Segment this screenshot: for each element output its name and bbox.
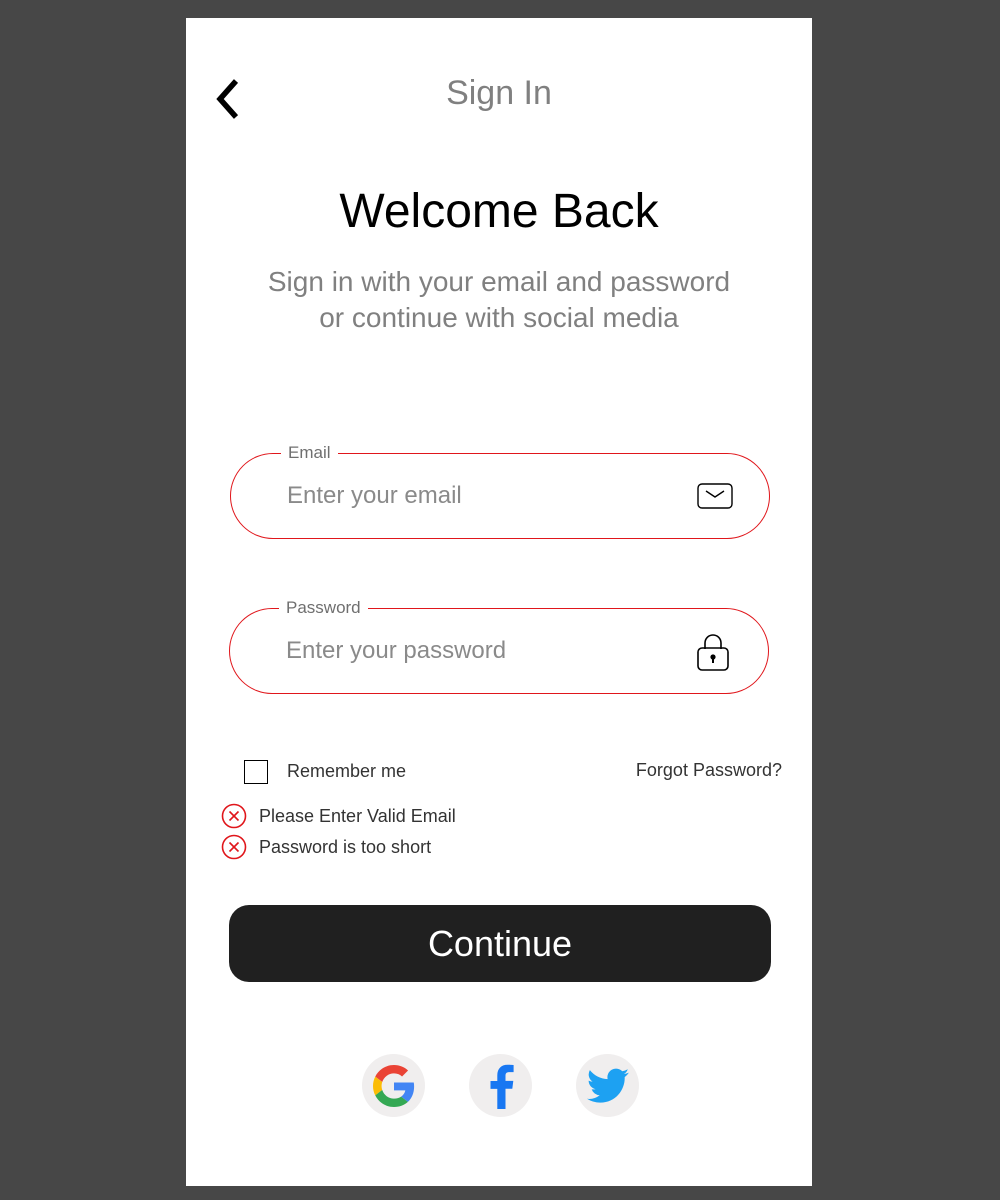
email-label: Email <box>281 443 338 463</box>
remember-me-checkbox[interactable] <box>244 760 268 784</box>
mail-icon <box>697 483 733 514</box>
continue-button[interactable]: Continue <box>229 905 771 982</box>
welcome-subtitle: Sign in with your email and password or … <box>226 264 772 336</box>
password-field[interactable]: Password <box>229 598 769 694</box>
lock-icon <box>696 632 730 677</box>
twitter-icon <box>586 1068 629 1103</box>
error-text: Please Enter Valid Email <box>259 805 456 826</box>
signin-screen: Sign In Welcome Back Sign in with your e… <box>186 18 812 1186</box>
email-field[interactable]: Email <box>230 443 770 539</box>
subtitle-line-2: or continue with social media <box>319 302 679 333</box>
subtitle-line-1: Sign in with your email and password <box>267 266 731 297</box>
forgot-password-link[interactable]: Forgot Password? <box>636 760 782 781</box>
error-text: Password is too short <box>259 836 432 857</box>
error-x-icon <box>221 803 247 829</box>
google-signin-button[interactable] <box>362 1054 425 1117</box>
remember-me-label: Remember me <box>287 761 407 781</box>
facebook-icon <box>490 1064 514 1109</box>
error-message-password: Password is too short <box>221 834 431 860</box>
email-input[interactable] <box>287 476 677 516</box>
options-row: Remember me Forgot Password? <box>186 758 812 788</box>
error-x-icon <box>221 834 247 860</box>
password-label: Password <box>279 598 368 618</box>
password-input[interactable] <box>286 631 676 671</box>
welcome-heading: Welcome Back <box>339 185 659 238</box>
page-title: Sign In <box>446 74 552 112</box>
twitter-signin-button[interactable] <box>576 1054 639 1117</box>
facebook-signin-button[interactable] <box>469 1054 532 1117</box>
google-icon <box>372 1064 414 1107</box>
error-message-email: Please Enter Valid Email <box>221 803 456 829</box>
